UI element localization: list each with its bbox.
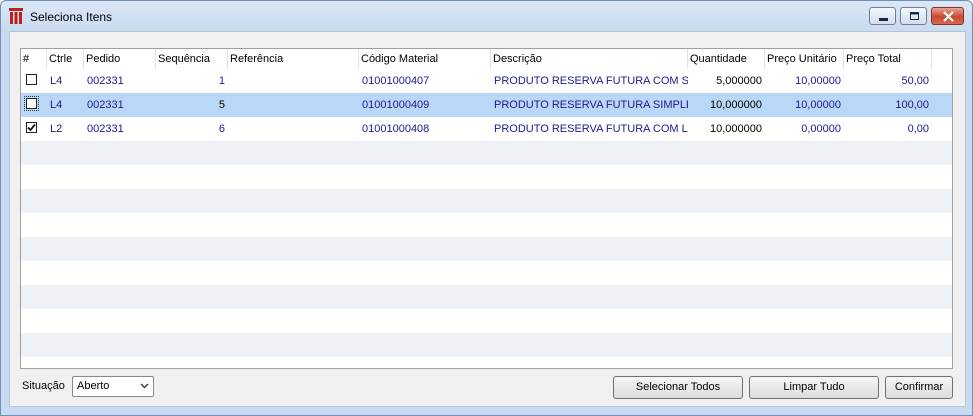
cell-preco-total: 50,00 bbox=[901, 75, 929, 87]
select-all-button[interactable]: Selecionar Todos bbox=[613, 376, 743, 399]
col-header-pedido[interactable]: Pedido bbox=[84, 49, 156, 69]
cell-preco-total: 0,00 bbox=[907, 123, 929, 135]
cell-referencia bbox=[228, 69, 359, 93]
cell-codigo: 01001000408 bbox=[362, 123, 430, 135]
row-checkbox[interactable] bbox=[26, 74, 37, 85]
cell-preco-unitario: 0,00000 bbox=[801, 123, 841, 135]
situacao-select[interactable]: Aberto bbox=[72, 376, 154, 397]
cell-quantidade: 5,000000 bbox=[716, 75, 762, 87]
empty-row bbox=[21, 237, 952, 261]
cell-pedido: 002331 bbox=[87, 123, 124, 135]
row-checkbox[interactable] bbox=[26, 122, 37, 133]
col-header-preco-total[interactable]: Preço Total bbox=[844, 49, 932, 69]
confirm-button[interactable]: Confirmar bbox=[885, 376, 953, 399]
minimize-icon bbox=[879, 18, 888, 21]
cell-ctrle: L4 bbox=[50, 75, 63, 87]
cell-sequencia: 5 bbox=[218, 99, 225, 111]
cell-codigo: 01001000407 bbox=[362, 75, 430, 87]
table-row[interactable]: L4 002331 1 01001000407 PRODUTO RESERVA … bbox=[21, 69, 952, 93]
cell-preco-total: 100,00 bbox=[895, 99, 929, 111]
cell-pedido: 002331 bbox=[87, 99, 124, 111]
maximize-button[interactable] bbox=[900, 7, 927, 25]
col-header-sequencia[interactable]: Sequência bbox=[156, 49, 228, 69]
cell-quantidade: 10,000000 bbox=[710, 123, 762, 135]
cell-referencia bbox=[228, 117, 359, 141]
minimize-button[interactable] bbox=[869, 7, 896, 25]
cell-sequencia: 1 bbox=[218, 75, 225, 87]
col-header-preco-unitario[interactable]: Preço Unitário bbox=[765, 49, 844, 69]
app-logo-icon bbox=[9, 8, 23, 24]
cell-ctrle: L2 bbox=[50, 123, 63, 135]
empty-row bbox=[21, 309, 952, 333]
col-header-quantidade[interactable]: Quantidade bbox=[688, 49, 765, 69]
col-header-codigo-material[interactable]: Código Material bbox=[359, 49, 491, 69]
empty-row bbox=[21, 213, 952, 237]
col-header-descricao[interactable]: Descrição bbox=[491, 49, 688, 69]
window-title: Seleciona Itens bbox=[30, 10, 113, 24]
empty-row bbox=[21, 165, 952, 189]
chevron-down-icon bbox=[140, 383, 149, 389]
clear-all-button[interactable]: Limpar Tudo bbox=[749, 376, 879, 399]
cell-quantidade: 10,000000 bbox=[710, 99, 762, 111]
empty-row bbox=[21, 285, 952, 309]
col-header-ctrle[interactable]: Ctrle bbox=[47, 49, 84, 69]
checkmark-icon bbox=[27, 123, 36, 132]
empty-row bbox=[21, 189, 952, 213]
cell-descricao: PRODUTO RESERVA FUTURA COM LOTE bbox=[494, 123, 688, 135]
col-header-check[interactable]: # bbox=[21, 49, 47, 69]
situacao-label: Situação bbox=[22, 380, 65, 392]
table-row[interactable]: L2 002331 6 01001000408 PRODUTO RESERVA … bbox=[21, 117, 952, 141]
row-checkbox[interactable] bbox=[24, 96, 39, 111]
empty-row bbox=[21, 333, 952, 357]
col-header-referencia[interactable]: Referência bbox=[228, 49, 359, 69]
cell-preco-unitario: 10,00000 bbox=[795, 99, 841, 111]
cell-descricao: PRODUTO RESERVA FUTURA SIMPLES C bbox=[494, 99, 688, 111]
cell-pedido: 002331 bbox=[87, 75, 124, 87]
empty-row bbox=[21, 141, 952, 165]
empty-row bbox=[21, 261, 952, 285]
cell-referencia bbox=[228, 93, 359, 117]
close-icon bbox=[943, 11, 954, 22]
title-bar[interactable]: Seleciona Itens bbox=[1, 1, 972, 31]
grid-header: # Ctrle Pedido Sequência Referência Códi… bbox=[21, 49, 952, 69]
cell-sequencia: 6 bbox=[218, 123, 225, 135]
cell-ctrle: L4 bbox=[50, 99, 63, 111]
cell-descricao: PRODUTO RESERVA FUTURA COM SERIE bbox=[494, 75, 688, 87]
dialog-body: # Ctrle Pedido Sequência Referência Códi… bbox=[9, 31, 966, 407]
dialog-window: Seleciona Itens # Ctrle Pedido Sequência… bbox=[0, 0, 973, 416]
close-button[interactable] bbox=[931, 7, 964, 25]
maximize-icon bbox=[910, 12, 919, 20]
items-grid[interactable]: # Ctrle Pedido Sequência Referência Códi… bbox=[20, 48, 953, 369]
cell-preco-unitario: 10,00000 bbox=[795, 75, 841, 87]
cell-codigo: 01001000409 bbox=[362, 99, 430, 111]
situacao-value: Aberto bbox=[77, 380, 110, 392]
table-row[interactable]: L4 002331 5 01001000409 PRODUTO RESERVA … bbox=[21, 93, 952, 117]
